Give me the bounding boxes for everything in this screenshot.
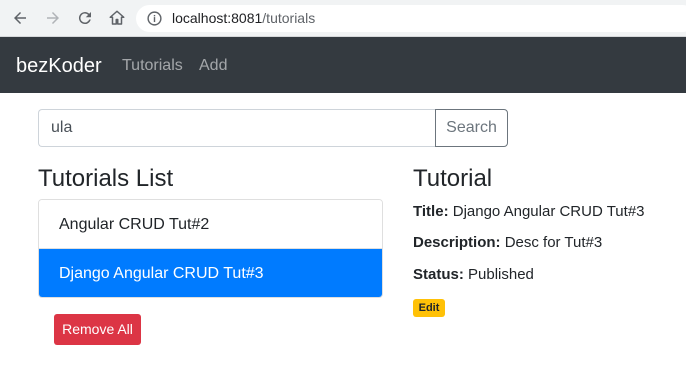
forward-icon[interactable] xyxy=(41,6,65,30)
url-path: /tutorials xyxy=(262,10,316,26)
list-item[interactable]: Angular CRUD Tut#2 xyxy=(39,200,382,249)
reload-icon[interactable] xyxy=(73,6,97,30)
tutorials-list-heading: Tutorials List xyxy=(38,165,174,192)
list-item-active[interactable]: Django Angular CRUD Tut#3 xyxy=(39,249,382,297)
nav-link-add[interactable]: Add xyxy=(199,56,227,76)
back-icon[interactable] xyxy=(8,6,32,30)
app-navbar: bezKoder Tutorials Add xyxy=(0,37,686,93)
status-value: Published xyxy=(468,266,534,283)
brand-link[interactable]: bezKoder xyxy=(16,54,102,78)
search-button[interactable]: Search xyxy=(435,109,508,147)
address-url: localhost:8081/tutorials xyxy=(172,10,315,27)
search-input[interactable]: ula xyxy=(38,109,436,147)
home-icon[interactable] xyxy=(105,6,129,30)
status-field: Status: Published xyxy=(413,265,534,285)
title-value: Django Angular CRUD Tut#3 xyxy=(452,203,645,220)
status-label: Status: xyxy=(413,266,464,283)
info-icon[interactable] xyxy=(146,10,163,27)
url-host: localhost:8081 xyxy=(172,10,263,26)
address-bar[interactable]: localhost:8081/tutorials xyxy=(136,5,686,32)
remove-all-button[interactable]: Remove All xyxy=(54,314,141,345)
tutorial-detail-heading: Tutorial xyxy=(413,165,493,192)
description-field: Description: Desc for Tut#3 xyxy=(413,233,602,253)
tutorials-list: Angular CRUD Tut#2 Django Angular CRUD T… xyxy=(38,199,383,298)
title-label: Title: xyxy=(413,203,449,220)
browser-toolbar: localhost:8081/tutorials xyxy=(0,0,686,37)
title-field: Title: Django Angular CRUD Tut#3 xyxy=(413,202,645,222)
edit-badge[interactable]: Edit xyxy=(413,299,445,317)
description-label: Description: xyxy=(413,234,501,251)
description-value: Desc for Tut#3 xyxy=(504,234,603,251)
nav-link-tutorials[interactable]: Tutorials xyxy=(122,56,183,76)
